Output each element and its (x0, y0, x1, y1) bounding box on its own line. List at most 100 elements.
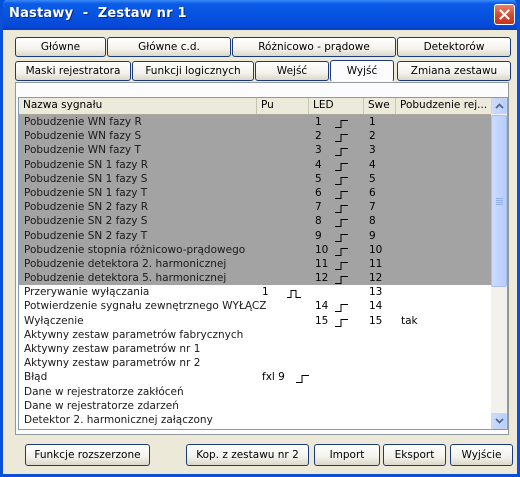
led-value: 2 (315, 130, 322, 143)
tab-zmiana-zestawu[interactable]: Zmiana zestawu (397, 61, 511, 81)
tab-roznicowo-pradowe[interactable]: Różnicowo - prądowe (232, 37, 396, 57)
swe-value: 13 (369, 286, 383, 299)
scroll-down-button[interactable] (491, 413, 507, 429)
led-value: 14 (315, 300, 329, 313)
funkcje-rozszerzone-button[interactable]: Funkcje rozszerzone (25, 444, 150, 466)
table-row[interactable]: Pobudzenie SN 1 fazy S 5 5 (19, 171, 492, 186)
table-row[interactable]: Pobudzenie WN fazy R 1 1 (19, 115, 492, 130)
arrow-up-icon (494, 103, 504, 109)
arrow-down-icon (494, 418, 504, 424)
led-value: 1 (315, 116, 322, 128)
led-value: 3 (315, 144, 322, 157)
table-row[interactable]: Potwierdzenie sygnału zewnętrznego WYŁĄC… (19, 299, 492, 313)
table-row[interactable]: Błąd fxl 9 (19, 370, 492, 384)
swe-value: 4 (369, 158, 376, 171)
led-value: 7 (315, 201, 322, 214)
table-row[interactable]: Pobudzenie stopnia różnicowo-prądowego 10… (19, 242, 492, 257)
signal-name: Detektor 5. harmonicznej załączony (24, 427, 213, 429)
pu-value: 1 (262, 286, 269, 299)
table-row[interactable]: Pobudzenie WN fazy S 2 2 (19, 129, 492, 144)
swe-value: 11 (369, 257, 383, 270)
swe-value: 10 (369, 243, 383, 256)
swe-value: 6 (369, 186, 376, 199)
swe-value: 8 (369, 215, 376, 228)
led-value: 8 (315, 215, 322, 228)
signal-name: Wyłączenie (24, 314, 84, 327)
column-header-swe[interactable]: Swe (364, 98, 396, 114)
signal-name: Aktywny zestaw parametrów fabrycznych (24, 328, 244, 341)
table-row[interactable]: Pobudzenie SN 1 fazy R 4 4 (19, 157, 492, 172)
signal-name: Pobudzenie SN 1 fazy S (24, 172, 148, 185)
scroll-thumb[interactable] (491, 115, 507, 287)
table-row[interactable]: Dane w rejestratorze zdarzeń (19, 399, 492, 413)
signal-name: Aktywny zestaw parametrów nr 1 (24, 343, 201, 355)
swe-value: 7 (369, 201, 376, 214)
wyjscie-button[interactable]: Wyjście (450, 444, 513, 466)
table-row[interactable]: Pobudzenie detektora 2. harmonicznej 11 11 (19, 256, 492, 272)
led-value: 5 (315, 172, 322, 185)
signal-name: Dane w rejestratorze zdarzeń (24, 399, 179, 412)
table-row[interactable]: Aktywny zestaw parametrów nr 2 (19, 356, 492, 370)
table-row[interactable]: Pobudzenie detektora 5. harmonicznej 12 12 (19, 271, 492, 286)
signal-name: Pobudzenie detektora 5. harmonicznej (24, 272, 227, 285)
signal-name: Dane w rejestratorze zakłóceń (24, 385, 184, 398)
tab-funkcji-logicznych[interactable]: Funkcji logicznych (132, 61, 254, 81)
signal-name: Pobudzenie stopnia różnicowo-prądowego (24, 243, 246, 256)
tab-glowne-cd[interactable]: Główne c.d. (107, 37, 231, 57)
swe-value: 2 (369, 130, 376, 143)
tab-detektorow[interactable]: Detektorów (397, 37, 511, 57)
table-row[interactable]: Pobudzenie SN 1 fazy T 6 6 (19, 185, 492, 201)
swe-value: 14 (369, 300, 383, 313)
pu-value: fxl 9 (262, 371, 285, 384)
table-row[interactable]: Aktywny zestaw parametrów fabrycznych (19, 328, 492, 342)
signal-name: Pobudzenie SN 2 fazy T (24, 229, 148, 242)
tab-maski-rejestratora[interactable]: Maski rejestratora (15, 61, 131, 81)
signal-name: Przerywanie wyłączania (24, 286, 150, 299)
signal-name: Pobudzenie WN fazy S (24, 130, 142, 143)
table-row[interactable]: Pobudzenie SN 2 fazy S 8 8 (19, 214, 492, 229)
table-row[interactable]: Dane w rejestratorze zakłóceń (19, 385, 492, 399)
list-header: Nazwa sygnału Pu LED Swe Pobudzenie rej.… (19, 98, 492, 115)
signal-name: Detektor 2. harmonicznej załączony (24, 413, 213, 426)
column-header-name[interactable]: Nazwa sygnału (19, 98, 257, 114)
signal-name: Aktywny zestaw parametrów nr 2 (24, 357, 201, 370)
table-row[interactable]: Pobudzenie SN 2 fazy T 9 9 (19, 228, 492, 243)
close-button[interactable] (494, 4, 515, 25)
signals-list[interactable]: Nazwa sygnału Pu LED Swe Pobudzenie rej.… (18, 97, 508, 430)
signal-name: Pobudzenie SN 2 fazy R (24, 201, 149, 214)
table-row[interactable]: Detektor 5. harmonicznej załączony (19, 427, 492, 429)
signal-name: Pobudzenie SN 1 fazy T (24, 186, 148, 199)
vertical-scrollbar[interactable] (491, 98, 507, 429)
pobudzenie-value: tak (401, 314, 418, 327)
swe-value: 12 (369, 272, 383, 285)
column-header-pu[interactable]: Pu (257, 98, 309, 114)
column-header-pobudzenie[interactable]: Pobudzenie rej... (396, 98, 492, 114)
signal-name: Pobudzenie WN fazy R (24, 116, 142, 128)
led-value: 9 (315, 229, 322, 242)
import-button[interactable]: Import (314, 444, 380, 466)
kopiuj-z-zestawu-button[interactable]: Kop. z zestawu nr 2 (186, 444, 309, 466)
close-icon (499, 9, 510, 20)
title-bar[interactable]: Nastawy - Zestaw nr 1 (3, 0, 517, 30)
column-header-led[interactable]: LED (309, 98, 364, 114)
table-row[interactable]: Pobudzenie WN fazy T 3 3 (19, 143, 492, 158)
table-row[interactable]: Aktywny zestaw parametrów nr 1 (19, 342, 492, 356)
swe-value: 15 (369, 314, 383, 327)
signal-name: Błąd (24, 371, 48, 384)
signal-name: Potwierdzenie sygnału zewnętrznego WYŁĄC… (24, 300, 267, 313)
scroll-up-button[interactable] (491, 98, 507, 114)
table-row[interactable]: Pobudzenie SN 2 fazy R 7 7 (19, 200, 492, 215)
led-value: 12 (315, 272, 329, 285)
table-row[interactable]: Przerywanie wyłączania 1 13 (19, 285, 492, 299)
eksport-button[interactable]: Eksport (383, 444, 446, 466)
tab-wejsc[interactable]: Wejść (255, 61, 329, 81)
tab-wyjsc[interactable]: Wyjść (330, 60, 394, 82)
tab-glowne[interactable]: Główne (15, 37, 106, 57)
swe-value: 3 (369, 144, 376, 157)
led-value: 10 (315, 243, 329, 256)
table-row[interactable]: Detektor 2. harmonicznej załączony (19, 413, 492, 427)
window-title: Nastawy - Zestaw nr 1 (9, 6, 187, 21)
signal-name: Pobudzenie SN 2 fazy S (24, 215, 148, 228)
signal-name: Pobudzenie SN 1 fazy R (24, 158, 149, 171)
table-row[interactable]: Wyłączenie 15 15 tak (19, 314, 492, 328)
